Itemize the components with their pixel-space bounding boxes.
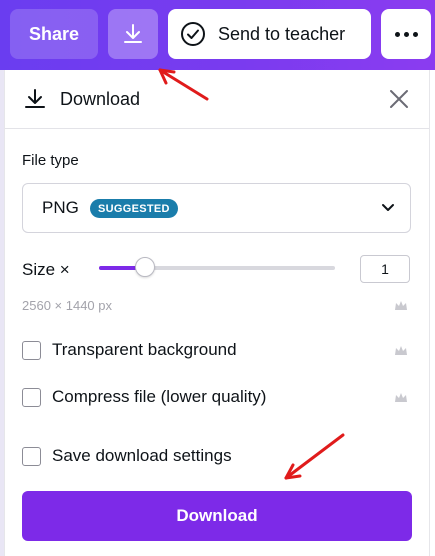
save-settings-checkbox[interactable] — [22, 447, 41, 466]
compress-file-checkbox[interactable] — [22, 388, 41, 407]
crown-icon — [395, 346, 407, 355]
file-type-value: PNG — [42, 198, 79, 217]
more-button[interactable] — [381, 9, 431, 59]
size-input[interactable]: 1 — [360, 255, 410, 283]
download-panel: Download File type PNG SUGGESTED Size × … — [4, 70, 430, 556]
crown-icon — [395, 301, 407, 310]
download-toolbar-button[interactable] — [108, 9, 158, 59]
more-icon — [394, 31, 418, 37]
download-button[interactable]: Download — [22, 491, 412, 541]
size-label: Size × — [22, 260, 70, 279]
top-toolbar: Share Send to teacher — [0, 0, 435, 70]
check-circle-icon — [181, 22, 205, 46]
chevron-down-icon — [382, 204, 394, 211]
compress-file-label: Compress file (lower quality) — [52, 387, 267, 406]
download-icon — [124, 24, 142, 43]
close-icon[interactable] — [388, 88, 410, 110]
save-settings-label: Save download settings — [52, 446, 232, 465]
panel-header: Download — [5, 70, 429, 129]
file-type-select[interactable]: PNG SUGGESTED — [22, 183, 411, 233]
crown-icon — [395, 393, 407, 402]
dimensions-text: 2560 × 1440 px — [22, 298, 112, 313]
share-label: Share — [28, 23, 80, 44]
download-icon — [25, 89, 45, 108]
share-button[interactable]: Share — [10, 9, 98, 59]
size-slider-thumb[interactable] — [135, 257, 155, 277]
send-to-teacher-button[interactable]: Send to teacher — [168, 9, 371, 59]
transparent-background-label: Transparent background — [52, 340, 237, 359]
panel-title: Download — [60, 89, 141, 109]
transparent-background-checkbox[interactable] — [22, 341, 41, 360]
file-type-label: File type — [22, 152, 79, 169]
send-to-teacher-label: Send to teacher — [218, 23, 346, 44]
suggested-badge: SUGGESTED — [90, 199, 178, 218]
